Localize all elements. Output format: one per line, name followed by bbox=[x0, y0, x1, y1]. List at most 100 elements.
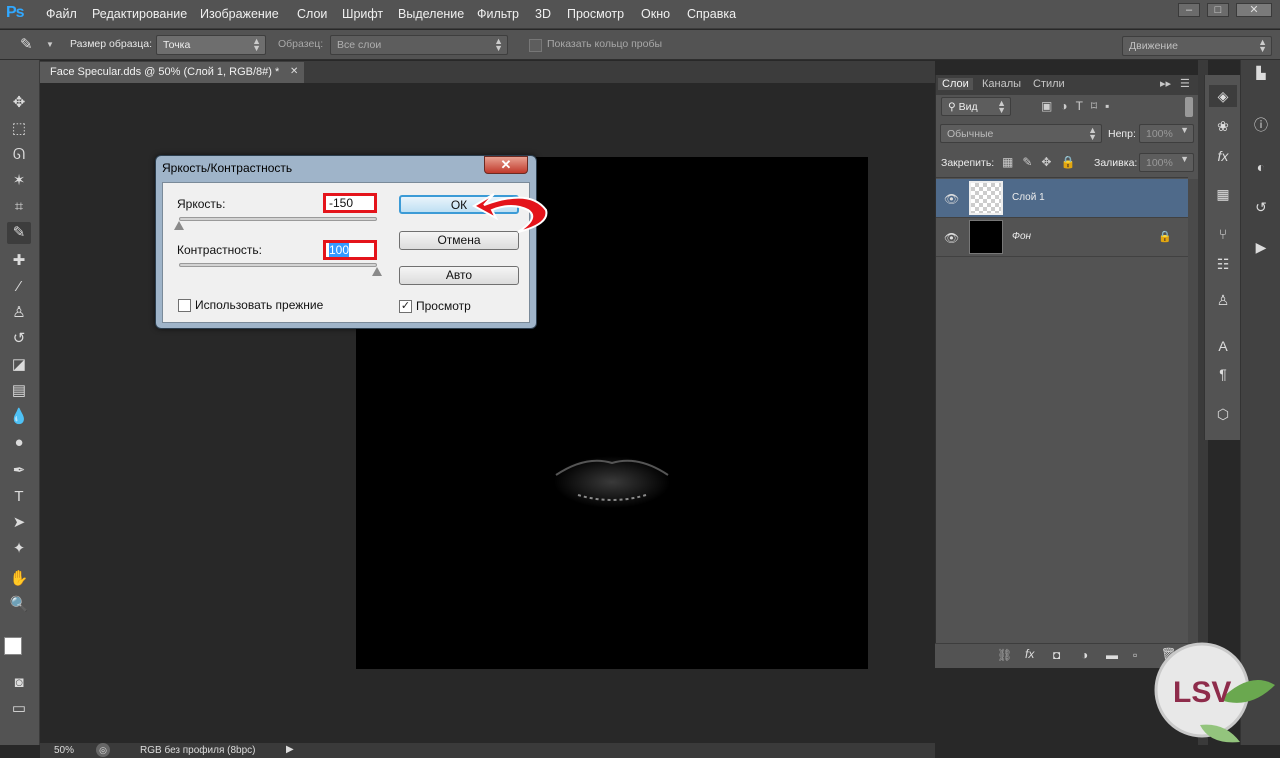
filter-type-icons[interactable]: ▣◑T⌑▪ bbox=[1041, 99, 1117, 113]
panel-menu-icon[interactable]: ☰ bbox=[1180, 77, 1190, 90]
contrast-slider-thumb[interactable] bbox=[372, 267, 382, 276]
info-icon[interactable]: ⓘ bbox=[1247, 114, 1275, 136]
pen-tool-icon[interactable]: ✒ bbox=[7, 460, 31, 482]
maximize-button[interactable]: □ bbox=[1207, 3, 1229, 17]
sample-select[interactable]: Все слои ▲ ▼ bbox=[330, 35, 508, 55]
new-group-icon[interactable]: ▬ bbox=[1106, 648, 1118, 662]
workspace-select[interactable]: Движение ▲ ▼ bbox=[1122, 36, 1272, 56]
history-icon[interactable]: ↺ bbox=[1247, 196, 1275, 218]
eyedropper-icon[interactable]: ✎ bbox=[20, 35, 33, 53]
tab-layers[interactable]: Слои bbox=[938, 78, 973, 90]
tab-styles[interactable]: Стили bbox=[1033, 78, 1065, 90]
menu-layers[interactable]: Слои bbox=[297, 7, 327, 21]
collapse-panel-icon[interactable]: ▸▸ bbox=[1160, 77, 1171, 90]
menu-file[interactable]: Файл bbox=[46, 7, 77, 21]
eraser-tool-icon[interactable]: ◪ bbox=[7, 354, 31, 376]
menu-window[interactable]: Окно bbox=[641, 7, 670, 21]
play-icon[interactable]: ▶ bbox=[1247, 236, 1275, 258]
visibility-eye-icon[interactable]: 👁 bbox=[944, 192, 959, 206]
crop-tool-icon[interactable]: ⌗ bbox=[7, 196, 31, 218]
menu-help[interactable]: Справка bbox=[687, 7, 736, 21]
collapsed-panels-dock: ◈ ❀ fx ▦ ⑂ ☷ ♙ A ¶ ⬡ bbox=[1204, 75, 1240, 440]
tab-close-icon[interactable]: ✕ bbox=[290, 66, 298, 77]
menu-type[interactable]: Шрифт bbox=[342, 7, 383, 21]
properties-icon[interactable]: ☷ bbox=[1209, 253, 1237, 275]
document-profile[interactable]: RGB без профиля (8bpc) bbox=[140, 745, 256, 756]
paragraph-icon[interactable]: ¶ bbox=[1209, 363, 1237, 385]
tab-channels[interactable]: Каналы bbox=[982, 78, 1021, 90]
healing-brush-tool-icon[interactable]: ✚ bbox=[7, 250, 31, 272]
show-ring-checkbox[interactable] bbox=[529, 39, 542, 52]
histogram-icon[interactable]: ▙ bbox=[1247, 62, 1275, 84]
preview-checkbox[interactable]: ✓ bbox=[399, 300, 412, 313]
brightness-slider[interactable] bbox=[179, 217, 377, 221]
brushes-icon[interactable]: ⑂ bbox=[1209, 223, 1237, 245]
link-layers-icon[interactable]: ⛓ bbox=[997, 648, 1012, 662]
share-icon[interactable]: ◎ bbox=[96, 743, 110, 757]
brush-tool-icon[interactable]: ⁄ bbox=[7, 276, 31, 298]
sample-size-select[interactable]: Точка ▲ ▼ bbox=[156, 35, 266, 55]
chevron-down-icon[interactable]: ▼ bbox=[46, 40, 54, 49]
color-icon[interactable]: ◐ bbox=[1247, 156, 1275, 178]
hand-tool-icon[interactable]: ✋ bbox=[7, 568, 31, 590]
gradient-tool-icon[interactable]: ▤ bbox=[7, 380, 31, 402]
minimize-button[interactable]: – bbox=[1178, 3, 1200, 17]
layer-filter-select[interactable]: ⚲ Вид ▲ ▼ bbox=[941, 97, 1011, 116]
close-window-button[interactable]: ✕ bbox=[1236, 3, 1272, 17]
menu-filter[interactable]: Фильтр bbox=[477, 7, 519, 21]
layer-name[interactable]: Слой 1 bbox=[1012, 192, 1045, 203]
menu-select[interactable]: Выделение bbox=[398, 7, 464, 21]
lock-icons[interactable]: ▦✎✥🔒 bbox=[1002, 155, 1084, 169]
add-mask-icon[interactable]: ◘ bbox=[1053, 648, 1060, 662]
opacity-field[interactable]: 100% ▼ bbox=[1139, 124, 1194, 143]
clone-source-icon[interactable]: ♙ bbox=[1209, 289, 1237, 311]
zoom-level[interactable]: 50% bbox=[54, 745, 74, 756]
3d-panel-icon[interactable]: ⬡ bbox=[1209, 403, 1237, 425]
character-icon[interactable]: A bbox=[1209, 335, 1237, 357]
layers-panel-icon[interactable]: ◈ bbox=[1209, 85, 1237, 107]
dodge-tool-icon[interactable]: ● bbox=[7, 432, 31, 454]
legacy-checkbox[interactable] bbox=[178, 299, 191, 312]
layer-style-icon[interactable]: fx bbox=[1025, 647, 1034, 661]
contrast-input[interactable]: 100 bbox=[323, 240, 377, 260]
layer-row-background[interactable]: 👁 Фон 🔒 bbox=[936, 218, 1188, 257]
layer-row-layer1[interactable]: 👁 Слой 1 bbox=[936, 179, 1188, 218]
filter-toggle-switch[interactable] bbox=[1185, 97, 1193, 117]
layer-name[interactable]: Фон bbox=[1012, 231, 1031, 242]
document-tab[interactable]: Face Specular.dds @ 50% (Слой 1, RGB/8#)… bbox=[40, 62, 304, 83]
lock-label: Закрепить: bbox=[941, 157, 995, 169]
adjustments-icon[interactable]: ❀ bbox=[1209, 115, 1237, 137]
eyedropper-tool-icon[interactable]: ✎ bbox=[7, 222, 31, 244]
adjustment-layer-icon[interactable]: ◑ bbox=[1081, 648, 1088, 662]
blur-tool-icon[interactable]: 💧 bbox=[7, 406, 31, 428]
blend-mode-select[interactable]: Обычные ▲ ▼ bbox=[940, 124, 1102, 143]
menu-edit[interactable]: Редактирование bbox=[92, 7, 187, 21]
new-layer-icon[interactable]: ▫ bbox=[1133, 648, 1137, 662]
brightness-slider-thumb[interactable] bbox=[174, 221, 184, 230]
move-tool-icon[interactable]: ✥ bbox=[7, 92, 31, 114]
type-tool-icon[interactable]: T bbox=[7, 486, 31, 508]
fx-styles-icon[interactable]: fx bbox=[1209, 145, 1237, 167]
shape-tool-icon[interactable]: ✦ bbox=[7, 538, 31, 560]
screen-mode-icon[interactable]: ▭ bbox=[7, 698, 31, 720]
dialog-close-button[interactable]: ✕ bbox=[484, 156, 528, 174]
brightness-input[interactable]: -150 bbox=[323, 193, 377, 213]
fill-field[interactable]: 100% ▼ bbox=[1139, 153, 1194, 172]
menu-view[interactable]: Просмотр bbox=[567, 7, 624, 21]
quick-mask-icon[interactable]: ◙ bbox=[7, 672, 31, 694]
contrast-slider[interactable] bbox=[179, 263, 377, 267]
actions-icon[interactable]: ▦ bbox=[1209, 183, 1237, 205]
marquee-tool-icon[interactable]: ⬚ bbox=[7, 118, 31, 140]
path-selection-tool-icon[interactable]: ➤ bbox=[7, 512, 31, 534]
menu-image[interactable]: Изображение bbox=[200, 7, 279, 21]
visibility-eye-icon[interactable]: 👁 bbox=[944, 231, 959, 245]
zoom-tool-icon[interactable]: 🔍 bbox=[7, 594, 31, 616]
history-brush-tool-icon[interactable]: ↺ bbox=[7, 328, 31, 350]
lasso-tool-icon[interactable]: ᘏ bbox=[7, 144, 31, 166]
clone-stamp-tool-icon[interactable]: ♙ bbox=[7, 302, 31, 324]
magic-wand-tool-icon[interactable]: ✶ bbox=[7, 170, 31, 192]
foreground-color-swatch[interactable] bbox=[4, 637, 22, 655]
menu-3d[interactable]: 3D bbox=[535, 7, 551, 21]
auto-button[interactable]: Авто bbox=[399, 266, 519, 285]
status-menu-arrow-icon[interactable]: ▶ bbox=[286, 744, 294, 755]
